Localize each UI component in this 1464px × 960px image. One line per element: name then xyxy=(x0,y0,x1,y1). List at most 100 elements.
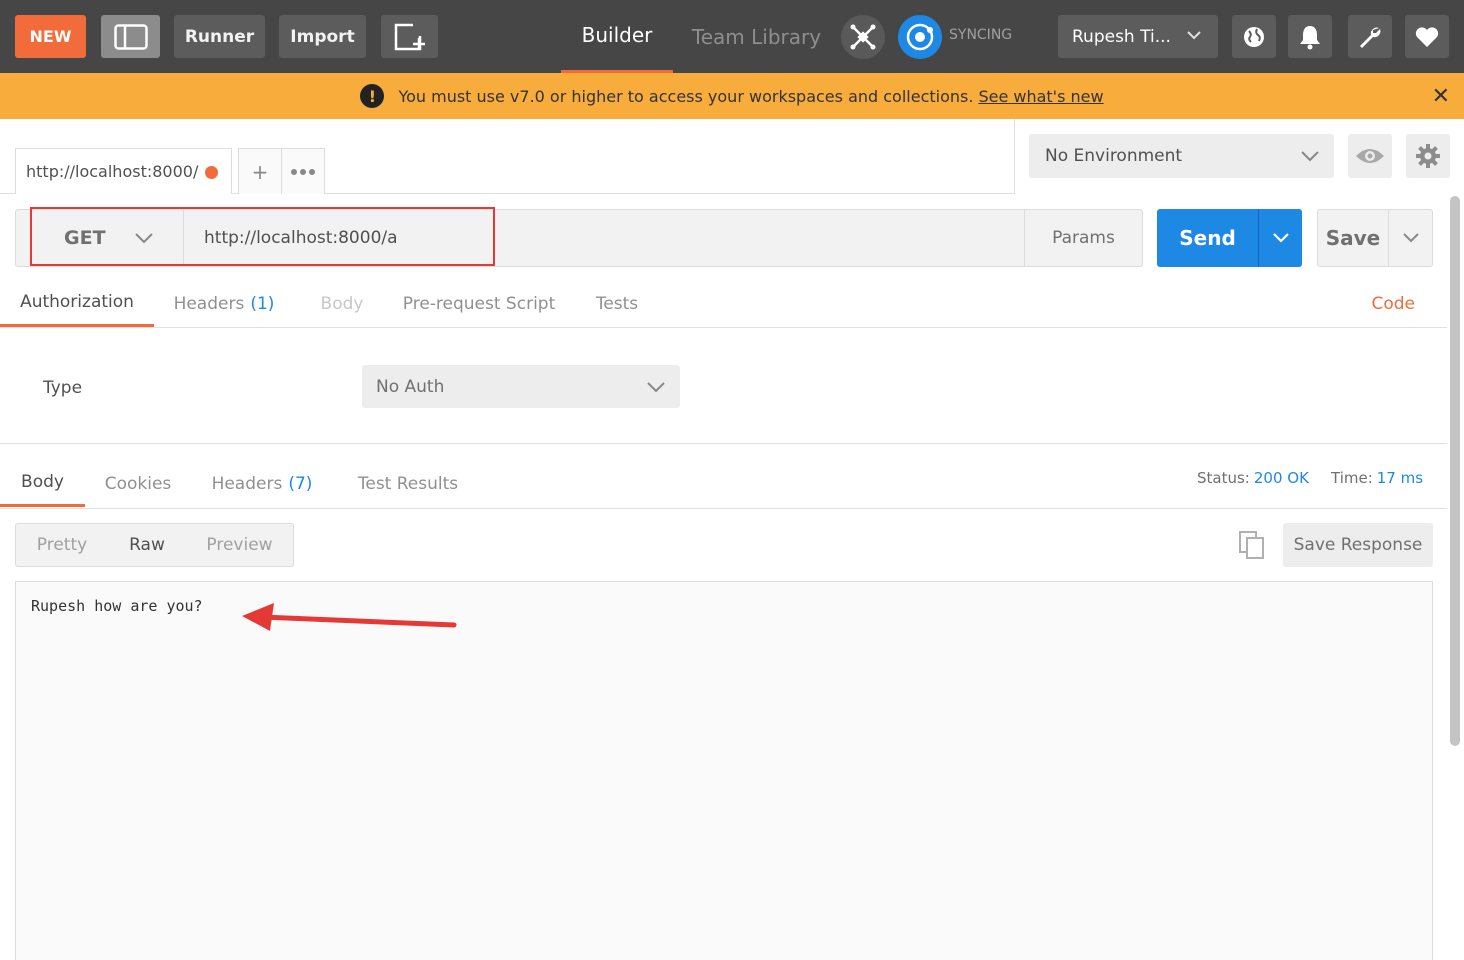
send-button-label: Send xyxy=(1179,226,1236,250)
settings-button[interactable] xyxy=(1348,15,1392,58)
nav-tab-builder[interactable]: Builder xyxy=(561,0,673,73)
params-button[interactable]: Params xyxy=(1024,210,1142,266)
satellite-icon xyxy=(850,24,876,50)
time-value: 17 ms xyxy=(1376,469,1424,487)
tab-response-body[interactable]: Body xyxy=(0,460,85,507)
response-status: Status: 200 OK xyxy=(1197,469,1309,487)
eye-icon xyxy=(1356,149,1384,163)
response-section-tabs: Body Cookies Headers (7) Test Results St… xyxy=(0,460,1447,509)
view-pretty-label: Pretty xyxy=(36,535,88,555)
tab-response-headers-count: (7) xyxy=(288,473,313,494)
sync-icon xyxy=(906,23,934,51)
view-preview-button[interactable]: Preview xyxy=(186,524,293,566)
response-time: Time: 17 ms xyxy=(1331,469,1423,487)
heart-icon xyxy=(1415,26,1439,47)
view-preview-label: Preview xyxy=(206,535,273,555)
tab-response-body-label: Body xyxy=(21,472,64,492)
tab-body-label: Body xyxy=(320,293,364,314)
scrollbar[interactable] xyxy=(1450,196,1460,746)
tab-headers-count: (1) xyxy=(250,293,275,314)
url-bar: GET Params xyxy=(15,209,1143,267)
tab-authorization[interactable]: Authorization xyxy=(0,280,154,327)
plus-icon: + xyxy=(251,159,269,184)
user-menu-button[interactable]: Rupesh Ti... xyxy=(1058,15,1218,58)
banner-message: You must use v7.0 or higher to access yo… xyxy=(398,86,974,106)
interceptor-button[interactable] xyxy=(841,15,885,59)
chevron-down-icon xyxy=(1272,233,1289,243)
import-button-label: Import xyxy=(290,26,355,47)
save-response-button[interactable]: Save Response xyxy=(1283,523,1433,567)
more-icon xyxy=(291,168,315,175)
runner-button-label: Runner xyxy=(184,26,255,47)
add-tab-button[interactable]: + xyxy=(238,148,282,194)
time-label: Time: xyxy=(1331,469,1373,487)
save-response-label: Save Response xyxy=(1293,535,1423,555)
tab-cookies[interactable]: Cookies xyxy=(100,460,176,507)
save-button[interactable]: Save xyxy=(1317,209,1389,267)
nav-tab-team-library[interactable]: Team Library xyxy=(688,0,825,73)
new-button[interactable]: NEW xyxy=(15,15,86,58)
tab-response-headers-label: Headers xyxy=(211,473,283,494)
tab-pre-request-script[interactable]: Pre-request Script xyxy=(398,280,560,327)
notifications-button[interactable] xyxy=(1288,15,1332,58)
tab-test-results[interactable]: Test Results xyxy=(352,460,464,507)
send-button[interactable]: Send xyxy=(1157,209,1258,267)
tab-options-button[interactable] xyxy=(281,148,325,194)
tab-cookies-label: Cookies xyxy=(104,473,172,494)
method-value: GET xyxy=(64,227,106,249)
globe-button[interactable] xyxy=(1232,15,1276,58)
runner-button[interactable]: Runner xyxy=(174,15,265,58)
params-button-label: Params xyxy=(1052,228,1115,248)
chevron-down-icon xyxy=(647,382,665,393)
unsaved-dot-icon xyxy=(205,166,218,179)
nav-tab-team-library-label: Team Library xyxy=(691,24,822,49)
save-options-button[interactable] xyxy=(1389,209,1433,267)
auth-type-label: Type xyxy=(43,378,83,398)
chevron-down-icon xyxy=(1402,233,1419,243)
user-name: Rupesh Ti... xyxy=(1072,26,1171,47)
tab-authorization-label: Authorization xyxy=(20,292,134,312)
chevron-down-icon xyxy=(1187,31,1201,40)
import-button[interactable]: Import xyxy=(279,15,366,58)
copy-icon[interactable] xyxy=(1238,530,1266,560)
method-select[interactable]: GET xyxy=(32,210,184,266)
tab-body[interactable]: Body xyxy=(310,280,374,327)
new-window-button[interactable] xyxy=(381,15,438,58)
toggle-sidebar-button[interactable] xyxy=(101,15,160,58)
code-link[interactable]: Code xyxy=(1371,294,1415,314)
sync-status-button[interactable] xyxy=(898,15,942,59)
view-raw-label: Raw xyxy=(129,535,165,555)
tab-response-headers[interactable]: Headers (7) xyxy=(206,460,318,507)
new-window-icon xyxy=(394,23,425,50)
tab-test-results-label: Test Results xyxy=(357,473,459,494)
update-banner: ! You must use v7.0 or higher to access … xyxy=(0,73,1464,119)
top-bar: NEW Runner Import Builder Team Library S… xyxy=(0,0,1464,73)
annotation-arrow xyxy=(242,603,457,631)
view-pretty-button[interactable]: Pretty xyxy=(16,524,108,566)
request-tab[interactable]: http://localhost:8000/ xyxy=(15,148,232,194)
send-options-button[interactable] xyxy=(1258,209,1302,267)
nav-tab-builder-label: Builder xyxy=(581,23,653,47)
auth-type-value: No Auth xyxy=(376,376,445,397)
status-label: Status: xyxy=(1197,469,1250,487)
manage-environments-button[interactable] xyxy=(1406,134,1450,178)
tab-headers[interactable]: Headers (1) xyxy=(168,280,280,327)
tab-headers-label: Headers xyxy=(173,293,245,314)
auth-type-select[interactable]: No Auth xyxy=(362,365,680,408)
gear-icon xyxy=(1416,144,1440,168)
close-icon[interactable]: ✕ xyxy=(1432,84,1450,109)
save-button-label: Save xyxy=(1325,226,1381,250)
environment-select-value: No Environment xyxy=(1045,146,1183,166)
new-button-label: NEW xyxy=(29,27,72,46)
environment-select[interactable]: No Environment xyxy=(1029,134,1334,178)
wrench-icon xyxy=(1360,27,1381,48)
tab-tests-label: Tests xyxy=(595,293,639,314)
url-input[interactable] xyxy=(184,210,1024,266)
banner-link[interactable]: See what's new xyxy=(978,87,1103,106)
view-raw-button[interactable]: Raw xyxy=(108,524,186,566)
favorite-button[interactable] xyxy=(1405,15,1449,58)
environment-quick-look-button[interactable] xyxy=(1348,134,1392,178)
response-view-toggle: Pretty Raw Preview xyxy=(15,523,294,567)
request-section-tabs: Authorization Headers (1) Body Pre-reque… xyxy=(0,280,1447,328)
tab-tests[interactable]: Tests xyxy=(588,280,646,327)
